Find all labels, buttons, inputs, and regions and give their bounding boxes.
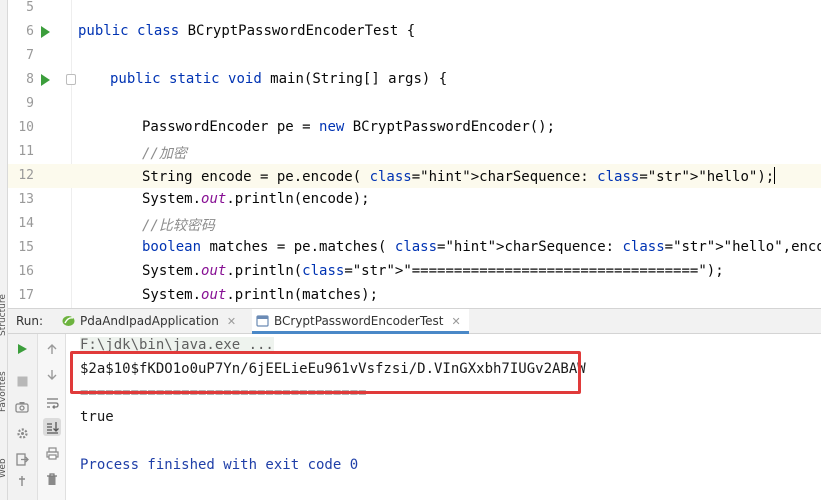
code-text: PasswordEncoder pe = new BCryptPasswordE… xyxy=(142,119,556,135)
rerun-icon[interactable] xyxy=(13,340,31,358)
line-number: 13 xyxy=(18,192,34,207)
line-number: 7 xyxy=(26,48,34,63)
line-number: 10 xyxy=(18,120,34,135)
camera-icon[interactable] xyxy=(13,398,31,416)
line-number: 16 xyxy=(18,264,34,279)
code-line: 11 //加密 xyxy=(8,140,821,164)
run-class-icon[interactable] xyxy=(41,26,50,38)
console-result: true xyxy=(80,409,114,425)
close-icon[interactable]: ✕ xyxy=(452,315,461,328)
structure-tab[interactable]: Structure xyxy=(0,294,8,336)
line-number: 17 xyxy=(18,288,34,303)
trash-icon[interactable] xyxy=(43,470,61,488)
code-line: 9 xyxy=(8,92,821,116)
code-comment: //加密 xyxy=(142,146,187,162)
console-exit-message: Process finished with exit code 0 xyxy=(80,457,359,473)
line-number: 11 xyxy=(18,144,34,159)
code-line: 5 xyxy=(8,0,821,20)
code-text: System.out.println(class="str">"========… xyxy=(142,263,724,279)
fold-marker-icon[interactable] xyxy=(66,74,76,85)
close-icon[interactable]: ✕ xyxy=(227,315,236,328)
highlight-annotation-box xyxy=(70,351,581,394)
favorites-tab[interactable]: Favorites xyxy=(0,371,8,412)
code-comment: //比较密码 xyxy=(142,218,215,234)
code-line: 14 //比较密码 xyxy=(8,212,821,236)
line-number: 8 xyxy=(26,72,34,87)
line-number: 14 xyxy=(18,216,34,231)
run-tool-window-header: Run: PdaAndIpadApplication ✕ BCryptPasswo… xyxy=(8,308,821,334)
code-line: 17 System.out.println(matches); xyxy=(8,284,821,308)
spring-boot-icon xyxy=(62,316,75,326)
tool-window-strip: Structure Favorites Web xyxy=(0,0,8,500)
code-line: 13 System.out.println(encode); xyxy=(8,188,821,212)
arrow-up-icon[interactable] xyxy=(43,340,61,358)
line-number: 12 xyxy=(18,168,34,183)
scroll-to-end-icon[interactable] xyxy=(43,418,61,436)
code-text: System.out.println(encode); xyxy=(142,191,370,207)
code-line-current: 12 String encode = pe.encode( class="hin… xyxy=(8,164,821,188)
code-editor[interactable]: 5 6 public class BCryptPasswordEncoderTe… xyxy=(8,0,821,308)
exit-icon[interactable] xyxy=(13,450,31,468)
run-tab-bcryptpasswordencodertest[interactable]: BCryptPasswordEncoderTest ✕ xyxy=(252,309,469,334)
code-text: String encode = pe.encode( class="hint">… xyxy=(142,167,776,185)
soft-wrap-icon[interactable] xyxy=(43,394,61,412)
run-tab-pdaandipadapplication[interactable]: PdaAndIpadApplication ✕ xyxy=(58,309,244,334)
run-toolbar xyxy=(8,334,38,500)
arrow-down-icon[interactable] xyxy=(43,366,61,384)
settings-icon[interactable] xyxy=(13,424,31,442)
code-line: 8 public static void main(String[] args)… xyxy=(8,68,821,92)
line-number: 15 xyxy=(18,240,34,255)
code-line: 10 PasswordEncoder pe = new BCryptPasswo… xyxy=(8,116,821,140)
code-text: public static void main(String[] args) { xyxy=(110,71,448,87)
line-number: 6 xyxy=(26,24,34,39)
web-tab[interactable]: Web xyxy=(0,458,8,478)
line-number: 5 xyxy=(26,0,34,15)
code-line: 7 xyxy=(8,44,821,68)
code-text: System.out.println(matches); xyxy=(142,287,379,303)
line-number: 9 xyxy=(26,96,34,111)
run-title: Run: xyxy=(16,314,44,328)
tab-label: PdaAndIpadApplication xyxy=(80,314,219,328)
application-icon xyxy=(256,315,269,327)
run-main-icon[interactable] xyxy=(41,74,50,86)
print-icon[interactable] xyxy=(43,444,61,462)
code-line: 16 System.out.println(class="str">"=====… xyxy=(8,260,821,284)
text-caret xyxy=(774,167,776,184)
stop-icon[interactable] xyxy=(13,372,31,390)
code-line: 15 boolean matches = pe.matches( class="… xyxy=(8,236,821,260)
console-toolbar xyxy=(38,334,66,500)
code-text: public class BCryptPasswordEncoderTest { xyxy=(78,23,416,39)
code-line: 6 public class BCryptPasswordEncoderTest… xyxy=(8,20,821,44)
code-text: boolean matches = pe.matches( class="hin… xyxy=(142,239,821,255)
tab-label: BCryptPasswordEncoderTest xyxy=(274,314,444,328)
pin-icon[interactable] xyxy=(13,472,31,490)
